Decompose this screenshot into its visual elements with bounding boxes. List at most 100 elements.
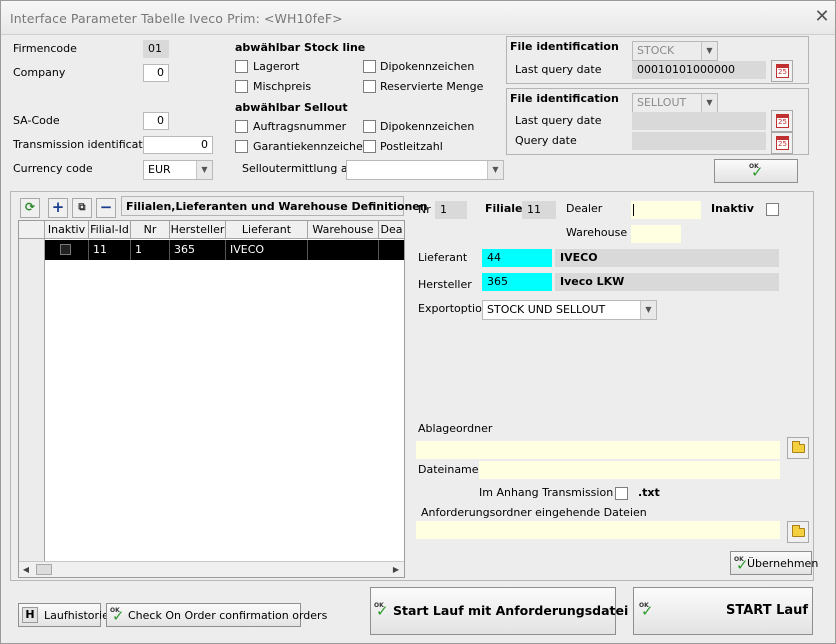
- definitions-grid[interactable]: Inaktiv Filial-Id Nr Hersteller Lieferan…: [18, 220, 405, 578]
- selloutermittlung-select[interactable]: ▼: [346, 160, 504, 180]
- company-label: Company: [13, 66, 66, 79]
- copy-icon[interactable]: ⧉: [72, 198, 92, 218]
- horizontal-scrollbar[interactable]: ◀ ▶: [19, 561, 404, 577]
- main-window: Interface Parameter Tabelle Iveco Prim: …: [0, 0, 836, 644]
- check-mark: ✓: [376, 602, 389, 620]
- close-icon[interactable]: ✕: [813, 8, 831, 26]
- hersteller-label: Hersteller: [418, 278, 472, 291]
- remove-icon[interactable]: −: [96, 198, 116, 218]
- check-on-order-button[interactable]: OK ✓ Check On Order confirmation orders: [106, 603, 327, 627]
- sellout-combo-value: SELLOUT: [637, 96, 687, 109]
- lieferant-label: Lieferant: [418, 251, 468, 264]
- anhang-checkbox[interactable]: [615, 487, 628, 500]
- postleitzahl-checkbox[interactable]: [363, 140, 376, 153]
- dipokennzeichen-stock-label: Dipokennzeichen: [380, 60, 475, 73]
- warehouse-label: Warehouse: [566, 226, 628, 239]
- warehouse-field[interactable]: [631, 225, 681, 243]
- filiale-field: 11: [522, 201, 556, 219]
- calendar-day: 25: [776, 114, 789, 128]
- mischpreis-checkbox[interactable]: [235, 80, 248, 93]
- lieferant-code-field[interactable]: 44: [482, 249, 552, 267]
- uebernehmen-label: Übernehmen: [747, 557, 819, 570]
- col-hersteller[interactable]: Hersteller: [170, 221, 226, 239]
- add-icon[interactable]: +: [48, 198, 68, 218]
- folder-icon[interactable]: [787, 521, 809, 543]
- firmencode-field: 01: [143, 40, 169, 58]
- calendar-day: 25: [776, 136, 789, 150]
- cell-dealer: [379, 240, 404, 260]
- uebernehmen-button[interactable]: OK ✓ Übernehmen: [730, 551, 818, 575]
- ok-button[interactable]: OK ✓: [714, 159, 798, 183]
- folder-icon[interactable]: [787, 437, 809, 459]
- col-warehouse[interactable]: Warehouse: [308, 221, 379, 239]
- dipokennzeichen-sellout-checkbox[interactable]: [363, 120, 376, 133]
- refresh-icon[interactable]: ⟳: [20, 198, 40, 218]
- col-filial-id[interactable]: Filial-Id: [89, 221, 131, 239]
- sellout-last-query-field[interactable]: [632, 112, 766, 130]
- chevron-down-icon[interactable]: ▼: [640, 301, 656, 319]
- check-mark: ✓: [751, 163, 764, 181]
- check-on-order-label: Check On Order confirmation orders: [128, 609, 328, 622]
- check-mark: ✓: [641, 602, 654, 620]
- start-anforderung-button[interactable]: OK ✓ Start Lauf mit Anforderungsdatei: [370, 587, 628, 635]
- ablageordner-label: Ablageordner: [418, 422, 493, 435]
- anhang-label: Im Anhang Transmission ID: [479, 486, 629, 499]
- stock-last-query-field[interactable]: 00010101000000: [632, 61, 766, 79]
- anforderungsordner-label: Anforderungsordner eingehende Dateien: [421, 506, 647, 519]
- col-nr[interactable]: Nr: [131, 221, 170, 239]
- filiale-label: Filiale: [485, 202, 523, 215]
- ablageordner-field[interactable]: [416, 441, 780, 459]
- laufhistorie-label: Laufhistorie: [44, 609, 109, 622]
- scroll-right-icon[interactable]: ▶: [390, 563, 402, 576]
- dealer-field[interactable]: [631, 201, 701, 219]
- row-inaktiv-checkbox[interactable]: [60, 244, 71, 255]
- grid-corner: [19, 221, 45, 239]
- reservierte-menge-checkbox[interactable]: [363, 80, 376, 93]
- col-inaktiv[interactable]: Inaktiv: [45, 221, 89, 239]
- exportoption-select[interactable]: STOCK UND SELLOUT ▼: [482, 300, 657, 320]
- chevron-down-icon[interactable]: ▼: [701, 94, 717, 112]
- table-row[interactable]: 11 1 365 IVECO: [45, 240, 404, 260]
- dealer-label: Dealer: [566, 202, 603, 215]
- lagerort-checkbox[interactable]: [235, 60, 248, 73]
- sellout-query-label: Query date: [515, 134, 577, 147]
- chevron-down-icon[interactable]: ▼: [196, 161, 212, 179]
- title-bar: Interface Parameter Tabelle Iveco Prim: …: [1, 1, 835, 35]
- company-field[interactable]: 0: [143, 64, 169, 82]
- lieferant-name-field: IVECO: [555, 249, 779, 267]
- calendar-icon[interactable]: 25: [771, 110, 793, 132]
- reservierte-menge-label: Reservierte Menge: [380, 80, 484, 93]
- dateiname-field[interactable]: [479, 461, 780, 479]
- currency-select[interactable]: EUR ▼: [143, 160, 213, 180]
- dipokennzeichen-stock-checkbox[interactable]: [363, 60, 376, 73]
- file-identification-sellout-select[interactable]: SELLOUT ▼: [632, 93, 718, 113]
- cell-inaktiv[interactable]: [45, 240, 89, 260]
- col-lieferant[interactable]: Lieferant: [226, 221, 308, 239]
- anforderungsordner-field[interactable]: [416, 521, 780, 539]
- file-identification-sellout-label: File identification: [510, 92, 619, 105]
- stock-combo-value: STOCK: [637, 44, 675, 57]
- transmission-field[interactable]: 0: [143, 136, 213, 154]
- text-cursor: [633, 204, 634, 216]
- chevron-down-icon[interactable]: ▼: [701, 42, 717, 60]
- laufhistorie-button[interactable]: H Laufhistorie: [18, 603, 109, 627]
- auftragsnummer-checkbox[interactable]: [235, 120, 248, 133]
- calendar-icon[interactable]: 25: [771, 60, 793, 82]
- row-header-column: [19, 239, 45, 561]
- col-dealer[interactable]: Dea: [379, 221, 404, 239]
- ok-check-icon: OK ✓: [110, 607, 126, 624]
- scroll-left-icon[interactable]: ◀: [20, 563, 32, 576]
- folder-shape: [792, 525, 805, 537]
- sellout-query-field[interactable]: [632, 132, 766, 150]
- scroll-thumb[interactable]: [36, 564, 52, 575]
- hersteller-code-field[interactable]: 365: [482, 273, 552, 291]
- start-lauf-button[interactable]: OK ✓ START Lauf: [633, 587, 813, 635]
- sa-code-field[interactable]: 0: [143, 112, 169, 130]
- garantiekennzeichen-checkbox[interactable]: [235, 140, 248, 153]
- calendar-icon[interactable]: 25: [771, 132, 793, 154]
- inaktiv-checkbox[interactable]: [766, 203, 779, 216]
- sellout-heading: abwählbar Sellout: [235, 101, 348, 114]
- chevron-down-icon[interactable]: ▼: [487, 161, 503, 179]
- ok-check-icon: OK ✓: [639, 602, 655, 620]
- file-identification-stock-select[interactable]: STOCK ▼: [632, 41, 718, 61]
